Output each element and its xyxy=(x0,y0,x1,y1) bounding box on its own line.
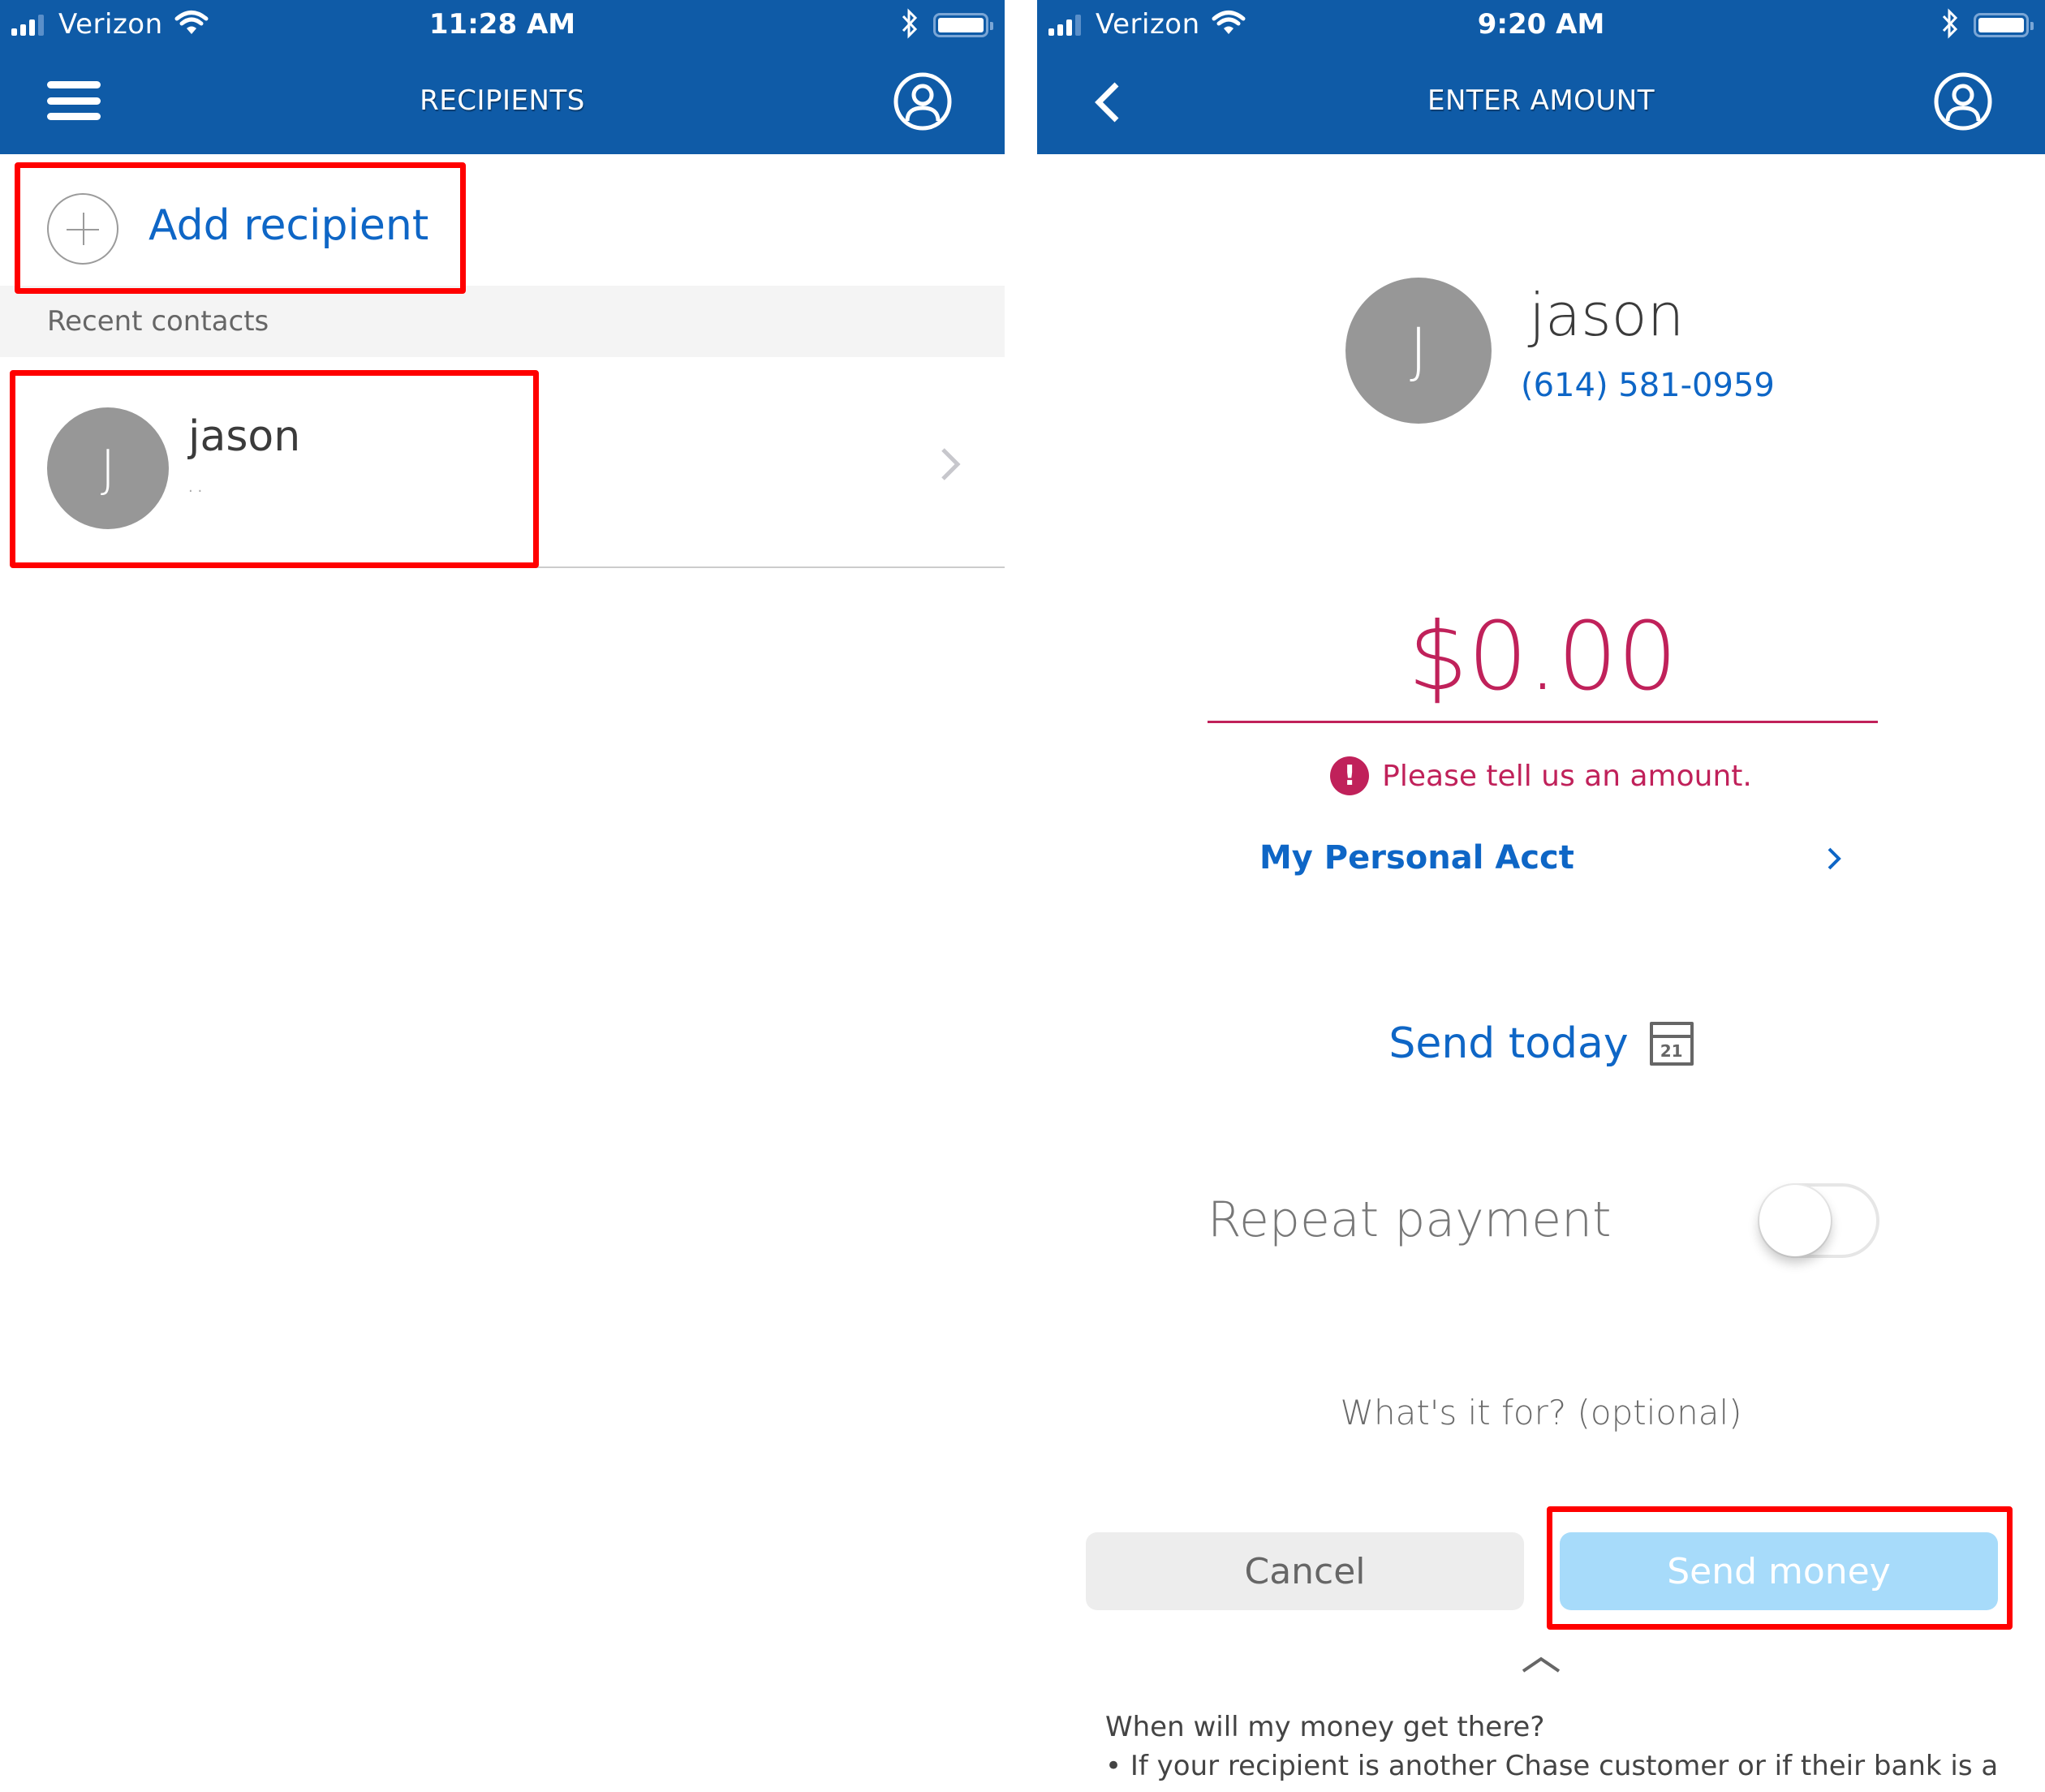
profile-button[interactable] xyxy=(1933,71,1993,131)
recipient-phone[interactable]: (614) 581-0959 xyxy=(1521,367,1775,404)
recent-contacts-header: Recent contacts xyxy=(0,286,1005,357)
page-title: ENTER AMOUNT xyxy=(1427,84,1655,117)
send-date-label: Send today xyxy=(1388,1019,1629,1068)
plus-circle-icon xyxy=(47,193,118,265)
toggle-knob xyxy=(1759,1185,1831,1256)
app-header: Verizon 11:28 AM RECIPIENTS xyxy=(0,0,1005,154)
recipient-name: jason xyxy=(1529,281,1685,349)
chevron-right-icon xyxy=(1828,847,1841,870)
section-label: Recent contacts xyxy=(47,305,269,338)
contact-name: jason xyxy=(188,412,301,461)
send-money-button[interactable]: Send money xyxy=(1560,1532,1998,1610)
enter-amount-screen: Verizon 9:20 AM ENTER AMOUNT J jason (61… xyxy=(1037,0,2045,1792)
status-time: 9:20 AM xyxy=(1477,8,1605,41)
app-header: Verizon 9:20 AM ENTER AMOUNT xyxy=(1037,0,2045,154)
contact-list-item[interactable]: J jason . . xyxy=(0,357,1005,566)
add-recipient-label: Add recipient xyxy=(149,201,429,250)
contact-detail: . . xyxy=(188,479,203,496)
repeat-payment-row: Repeat payment xyxy=(1208,1177,1879,1258)
repeat-payment-label: Repeat payment xyxy=(1208,1191,1612,1248)
chevron-up-icon[interactable] xyxy=(1521,1656,1561,1674)
add-recipient-button[interactable]: Add recipient xyxy=(0,154,1005,286)
status-bar: Verizon 11:28 AM xyxy=(0,0,1005,50)
recipients-screen: Verizon 11:28 AM RECIPIENTS Add recipien… xyxy=(0,0,1005,1792)
bluetooth-icon xyxy=(1941,8,1959,46)
battery-icon xyxy=(1974,13,2034,37)
chevron-right-icon xyxy=(941,448,961,480)
calendar-icon: 21 xyxy=(1649,1022,1694,1066)
battery-icon xyxy=(933,13,993,37)
calendar-day: 21 xyxy=(1660,1041,1683,1061)
account-label: My Personal Acct xyxy=(1259,839,1574,877)
avatar: J xyxy=(47,407,169,529)
profile-icon xyxy=(893,72,952,131)
status-bar: Verizon 9:20 AM xyxy=(1037,0,2045,50)
bluetooth-icon xyxy=(901,8,919,46)
page-title: RECIPIENTS xyxy=(420,84,585,117)
profile-icon xyxy=(1934,72,1992,131)
avatar: J xyxy=(1345,278,1492,424)
profile-button[interactable] xyxy=(893,71,953,131)
account-selector[interactable]: My Personal Acct xyxy=(1259,836,1842,885)
send-date-selector[interactable]: Send today 21 xyxy=(1037,1019,2045,1068)
amount-input[interactable]: $0.00 xyxy=(1208,602,1878,712)
help-question: When will my money get there? xyxy=(1105,1711,1545,1743)
amount-error: ! Please tell us an amount. xyxy=(1037,756,2045,795)
repeat-payment-toggle[interactable] xyxy=(1758,1183,1879,1258)
error-icon: ! xyxy=(1330,756,1370,795)
status-time: 11:28 AM xyxy=(428,8,576,41)
help-bullet: • If your recipient is another Chase cus… xyxy=(1105,1750,1999,1782)
error-message: Please tell us an amount. xyxy=(1382,759,1752,793)
amount-underline xyxy=(1208,721,1878,723)
memo-input[interactable]: What's it for? (optional) xyxy=(1037,1393,2045,1432)
list-divider xyxy=(47,566,1005,568)
cancel-button[interactable]: Cancel xyxy=(1086,1532,1524,1610)
